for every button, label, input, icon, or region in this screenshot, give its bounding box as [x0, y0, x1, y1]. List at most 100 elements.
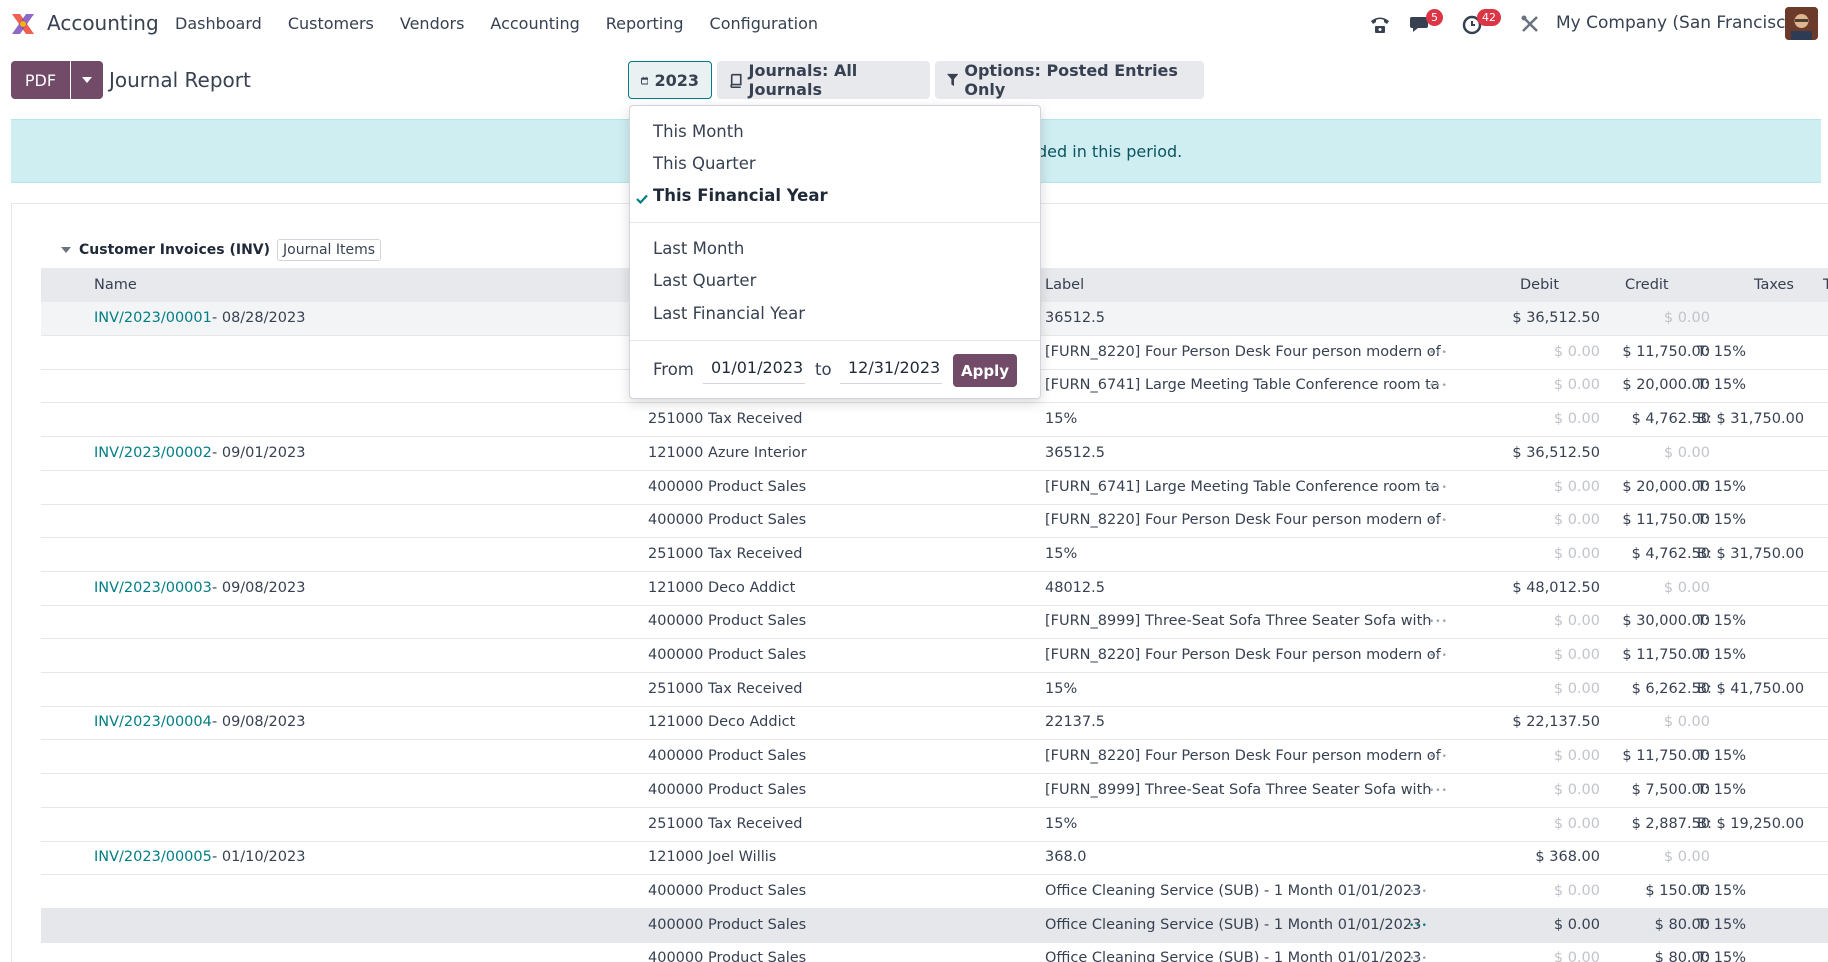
- company-switcher[interactable]: My Company (San Francisco): [1556, 13, 1802, 33]
- date-filter-dropdown: This Month This Quarter This Financial Y…: [629, 105, 1041, 399]
- more-dots-icon[interactable]: •••: [1409, 887, 1428, 897]
- table-row[interactable]: 400000 Product Sales [FURN_8999] Three-Se…: [41, 605, 1828, 639]
- credit-cell: $ 0.00: [1663, 445, 1710, 461]
- more-dots-icon[interactable]: •••: [1409, 954, 1428, 962]
- date-from-input[interactable]: 01/01/2023: [703, 354, 805, 384]
- table-row[interactable]: 251000 Tax Received 15% $ 0.00 $ 4,762.50 B:…: [41, 538, 1828, 572]
- options-filter-label: Options: Posted Entries Only: [964, 61, 1178, 99]
- label-cell: [FURN_8220] Four Person Desk Four person…: [1045, 344, 1441, 360]
- dropdown-item-this-financial-year[interactable]: This Financial Year: [653, 186, 828, 205]
- entry-link[interactable]: INV/2023/00001: [94, 310, 212, 326]
- dropdown-item-last-financial-year[interactable]: Last Financial Year: [653, 304, 805, 323]
- table-row[interactable]: 400000 Product Sales [FURN_8220] Four Per…: [41, 639, 1828, 673]
- more-dots-icon[interactable]: •••: [1429, 651, 1448, 661]
- debit-cell: $ 0.00: [1553, 917, 1600, 933]
- more-dots-icon[interactable]: •••: [1429, 617, 1448, 627]
- entry-link[interactable]: INV/2023/00005: [94, 849, 212, 865]
- more-dots-icon[interactable]: •••: [1429, 516, 1448, 526]
- menu-reporting[interactable]: Reporting: [606, 14, 684, 33]
- label-cell: Office Cleaning Service (SUB) - 1 Month …: [1045, 883, 1422, 899]
- entry-link[interactable]: INV/2023/00004: [94, 714, 212, 730]
- table-row[interactable]: 400000 Product Sales [FURN_6741] Large Me…: [41, 471, 1828, 505]
- debit-cell: $ 0.00: [1553, 950, 1600, 962]
- table-row[interactable]: 400000 Product Sales [FURN_8999] Three-Se…: [41, 774, 1828, 808]
- journals-filter-button[interactable]: Journals: All Journals: [717, 61, 930, 99]
- taxes-cell: B: $ 19,250.00: [1697, 816, 1805, 832]
- menu-customers[interactable]: Customers: [288, 14, 374, 33]
- pdf-dropdown-toggle[interactable]: [71, 61, 103, 99]
- messages-badge: 5: [1426, 9, 1443, 26]
- table-row[interactable]: 251000 Tax Received 15% $ 0.00 $ 2,887.50 B:…: [41, 808, 1828, 842]
- apply-button[interactable]: Apply: [953, 354, 1017, 387]
- checkmark-icon: [636, 190, 648, 208]
- phone-icon[interactable]: [1368, 12, 1392, 36]
- taxes-cell: T: 15%: [1697, 479, 1746, 495]
- pdf-button[interactable]: PDF: [11, 61, 70, 99]
- dropdown-divider: [630, 222, 1040, 223]
- entry-date: - 09/08/2023: [212, 714, 306, 730]
- label-cell: [FURN_8220] Four Person Desk Four person…: [1045, 748, 1441, 764]
- taxes-cell: T: 15%: [1697, 883, 1746, 899]
- label-cell: 15%: [1045, 411, 1078, 427]
- journal-items-button[interactable]: Journal Items: [277, 239, 382, 261]
- table-row[interactable]: INV/2023/00002- 09/01/2023 121000 Azure I…: [41, 437, 1828, 471]
- table-row[interactable]: 400000 Product Sales Office Cleaning Serv…: [41, 875, 1828, 909]
- more-dots-icon[interactable]: •••: [1429, 752, 1448, 762]
- table-row[interactable]: INV/2023/00003- 09/08/2023 121000 Deco Ad…: [41, 572, 1828, 606]
- table-row[interactable]: 400000 Product Sales [FURN_8220] Four Per…: [41, 740, 1828, 774]
- account-cell: 400000 Product Sales: [648, 883, 807, 899]
- taxes-cell: T: 15%: [1697, 950, 1746, 962]
- dropdown-item-last-month[interactable]: Last Month: [653, 239, 744, 258]
- to-label: to: [815, 360, 832, 379]
- accounting-app-icon[interactable]: [10, 12, 36, 36]
- taxes-cell: T: 15%: [1697, 748, 1746, 764]
- caret-down-icon[interactable]: [61, 247, 71, 253]
- table-row[interactable]: INV/2023/00004- 09/08/2023 121000 Deco Ad…: [41, 706, 1828, 740]
- user-avatar[interactable]: [1785, 7, 1818, 40]
- dropdown-item-this-month[interactable]: This Month: [653, 122, 744, 141]
- table-row[interactable]: 400000 Product Sales [FURN_8220] Four Per…: [41, 504, 1828, 538]
- taxes-cell: B: $ 31,750.00: [1697, 546, 1805, 562]
- table-row[interactable]: 251000 Tax Received 15% $ 0.00 $ 4,762.50 B:…: [41, 403, 1828, 437]
- taxes-cell: T: 15%: [1697, 377, 1746, 393]
- more-dots-icon[interactable]: •••: [1429, 381, 1448, 391]
- filter-icon: [947, 73, 959, 87]
- date-to-input[interactable]: 12/31/2023: [840, 354, 942, 384]
- account-cell: 400000 Product Sales: [648, 512, 807, 528]
- menu-vendors[interactable]: Vendors: [400, 14, 465, 33]
- options-filter-button[interactable]: Options: Posted Entries Only: [935, 61, 1204, 99]
- more-dots-icon[interactable]: •••: [1409, 921, 1428, 931]
- menu-configuration[interactable]: Configuration: [710, 14, 819, 33]
- dropdown-item-last-quarter[interactable]: Last Quarter: [653, 271, 756, 290]
- more-dots-icon[interactable]: •••: [1429, 483, 1448, 493]
- dropdown-item-this-quarter[interactable]: This Quarter: [653, 154, 756, 173]
- table-row[interactable]: 251000 Tax Received 15% $ 0.00 $ 6,262.50 B:…: [41, 673, 1828, 707]
- dropdown-divider: [630, 340, 1040, 341]
- journal-section-header[interactable]: Customer Invoices (INV) Journal Items: [61, 239, 382, 261]
- account-cell: 400000 Product Sales: [648, 782, 807, 798]
- table-row[interactable]: INV/2023/00005- 01/10/2023 121000 Joel Wi…: [41, 841, 1828, 875]
- account-cell: 121000 Azure Interior: [648, 445, 807, 461]
- entry-link[interactable]: INV/2023/00003: [94, 580, 212, 596]
- table-row[interactable]: 400000 Product Sales Office Cleaning Serv…: [41, 909, 1828, 943]
- more-dots-icon[interactable]: •••: [1429, 348, 1448, 358]
- date-filter-button[interactable]: 2023: [628, 61, 712, 99]
- column-header-name: Name: [94, 277, 137, 293]
- label-cell: 368.0: [1045, 849, 1087, 865]
- more-dots-icon[interactable]: •••: [1429, 786, 1448, 796]
- taxes-cell: T: 15%: [1697, 512, 1746, 528]
- account-cell: 251000 Tax Received: [648, 546, 803, 562]
- debit-cell: $ 0.00: [1553, 681, 1600, 697]
- debit-cell: $ 0.00: [1553, 883, 1600, 899]
- menu-dashboard[interactable]: Dashboard: [175, 14, 262, 33]
- entry-link[interactable]: INV/2023/00002: [94, 445, 212, 461]
- tools-icon[interactable]: [1518, 12, 1542, 36]
- label-cell: [FURN_8220] Four Person Desk Four person…: [1045, 647, 1441, 663]
- menu-accounting[interactable]: Accounting: [490, 14, 579, 33]
- table-row[interactable]: 400000 Product Sales Office Cleaning Serv…: [41, 942, 1828, 962]
- debit-cell: $ 368.00: [1535, 849, 1600, 865]
- label-cell: [FURN_6741] Large Meeting Table Conferen…: [1045, 377, 1440, 393]
- journal-title: Customer Invoices (INV): [79, 242, 271, 258]
- app-name[interactable]: Accounting: [47, 11, 159, 35]
- column-header-label: Label: [1045, 277, 1085, 293]
